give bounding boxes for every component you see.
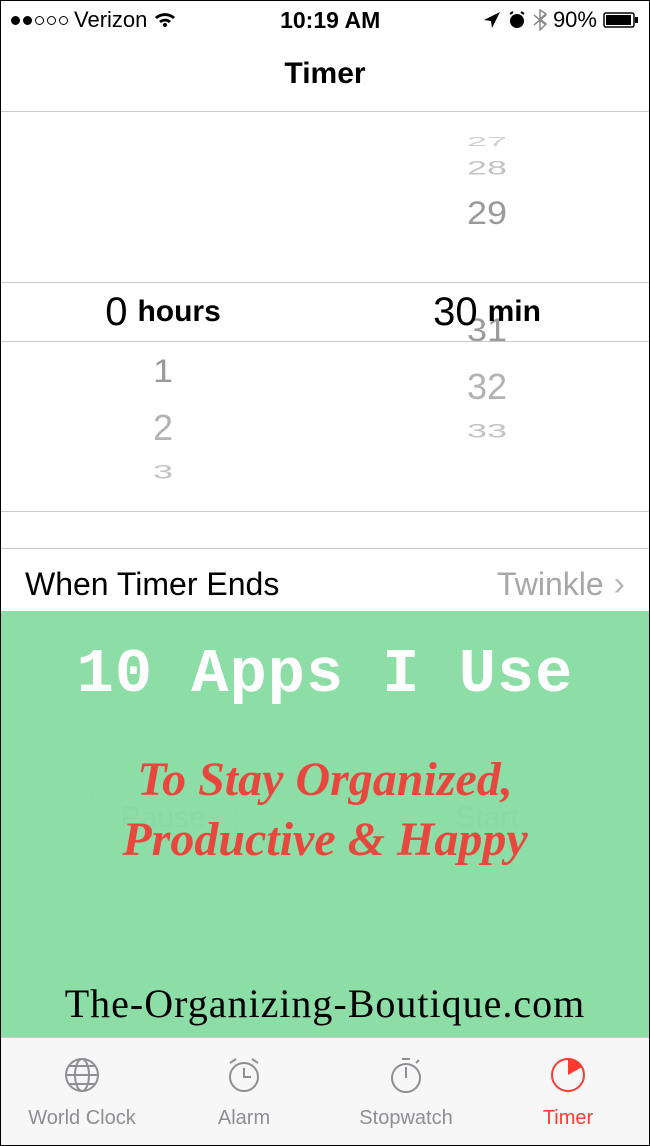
page-title: Timer xyxy=(1,39,649,112)
alarm-icon xyxy=(222,1053,266,1103)
when-timer-ends-label: When Timer Ends xyxy=(25,566,279,603)
overlay-subtitle: To Stay Organized, Productive & Happy xyxy=(25,750,625,870)
wifi-icon xyxy=(153,11,177,29)
battery-percent: 90% xyxy=(553,7,597,33)
overlay-link: The-Organizing-Boutique.com xyxy=(65,980,586,1027)
overlay-title: 10 Apps I Use xyxy=(77,639,574,710)
stopwatch-icon xyxy=(384,1053,428,1103)
picker-option[interactable]: 33 xyxy=(325,422,649,440)
status-time: 10:19 AM xyxy=(280,7,380,34)
status-left: Verizon xyxy=(11,7,177,33)
promo-overlay: 10 Apps I Use To Stay Organized, Product… xyxy=(1,611,649,1037)
minutes-value: 30 xyxy=(433,290,478,335)
timer-icon xyxy=(546,1053,590,1103)
status-bar: Verizon 10:19 AM 90% xyxy=(1,1,649,39)
picker-option[interactable]: 27 xyxy=(325,139,649,146)
tab-alarm[interactable]: Alarm xyxy=(163,1038,325,1145)
tab-label: Timer xyxy=(543,1107,593,1130)
carrier-label: Verizon xyxy=(74,7,147,33)
tab-label: Stopwatch xyxy=(359,1107,452,1130)
minutes-unit: min xyxy=(488,295,541,329)
when-timer-ends-row[interactable]: When Timer Ends Twinkle › xyxy=(1,548,649,620)
tab-timer[interactable]: Timer xyxy=(487,1038,649,1145)
tab-label: World Clock xyxy=(28,1107,135,1130)
time-picker[interactable]: 1 2 3 27 28 29 31 32 33 0 hours 30 min xyxy=(1,112,649,512)
picker-option[interactable]: 1 xyxy=(1,345,325,396)
bluetooth-icon xyxy=(533,9,547,31)
when-timer-ends-value: Twinkle xyxy=(497,566,604,603)
picker-option[interactable]: 3 xyxy=(1,463,325,481)
tab-bar: World Clock Alarm Stopwatch Timer xyxy=(1,1037,649,1145)
hours-value: 0 xyxy=(105,290,127,335)
picker-option[interactable]: 28 xyxy=(325,159,649,177)
picker-option[interactable]: 2 xyxy=(1,399,325,456)
tab-label: Alarm xyxy=(218,1107,270,1130)
hours-unit: hours xyxy=(137,295,220,329)
globe-icon xyxy=(60,1053,104,1103)
status-right: 90% xyxy=(483,7,639,33)
tab-stopwatch[interactable]: Stopwatch xyxy=(325,1038,487,1145)
picker-option[interactable]: 32 xyxy=(325,358,649,415)
location-icon xyxy=(483,11,501,29)
battery-icon xyxy=(603,11,639,29)
chevron-right-icon: › xyxy=(614,565,625,604)
picker-option[interactable]: 29 xyxy=(325,187,649,238)
tab-world-clock[interactable]: World Clock xyxy=(1,1038,163,1145)
alarm-clock-icon xyxy=(507,10,527,30)
picker-selected-band: 0 hours 30 min xyxy=(1,282,649,342)
signal-strength-icon xyxy=(11,16,68,25)
